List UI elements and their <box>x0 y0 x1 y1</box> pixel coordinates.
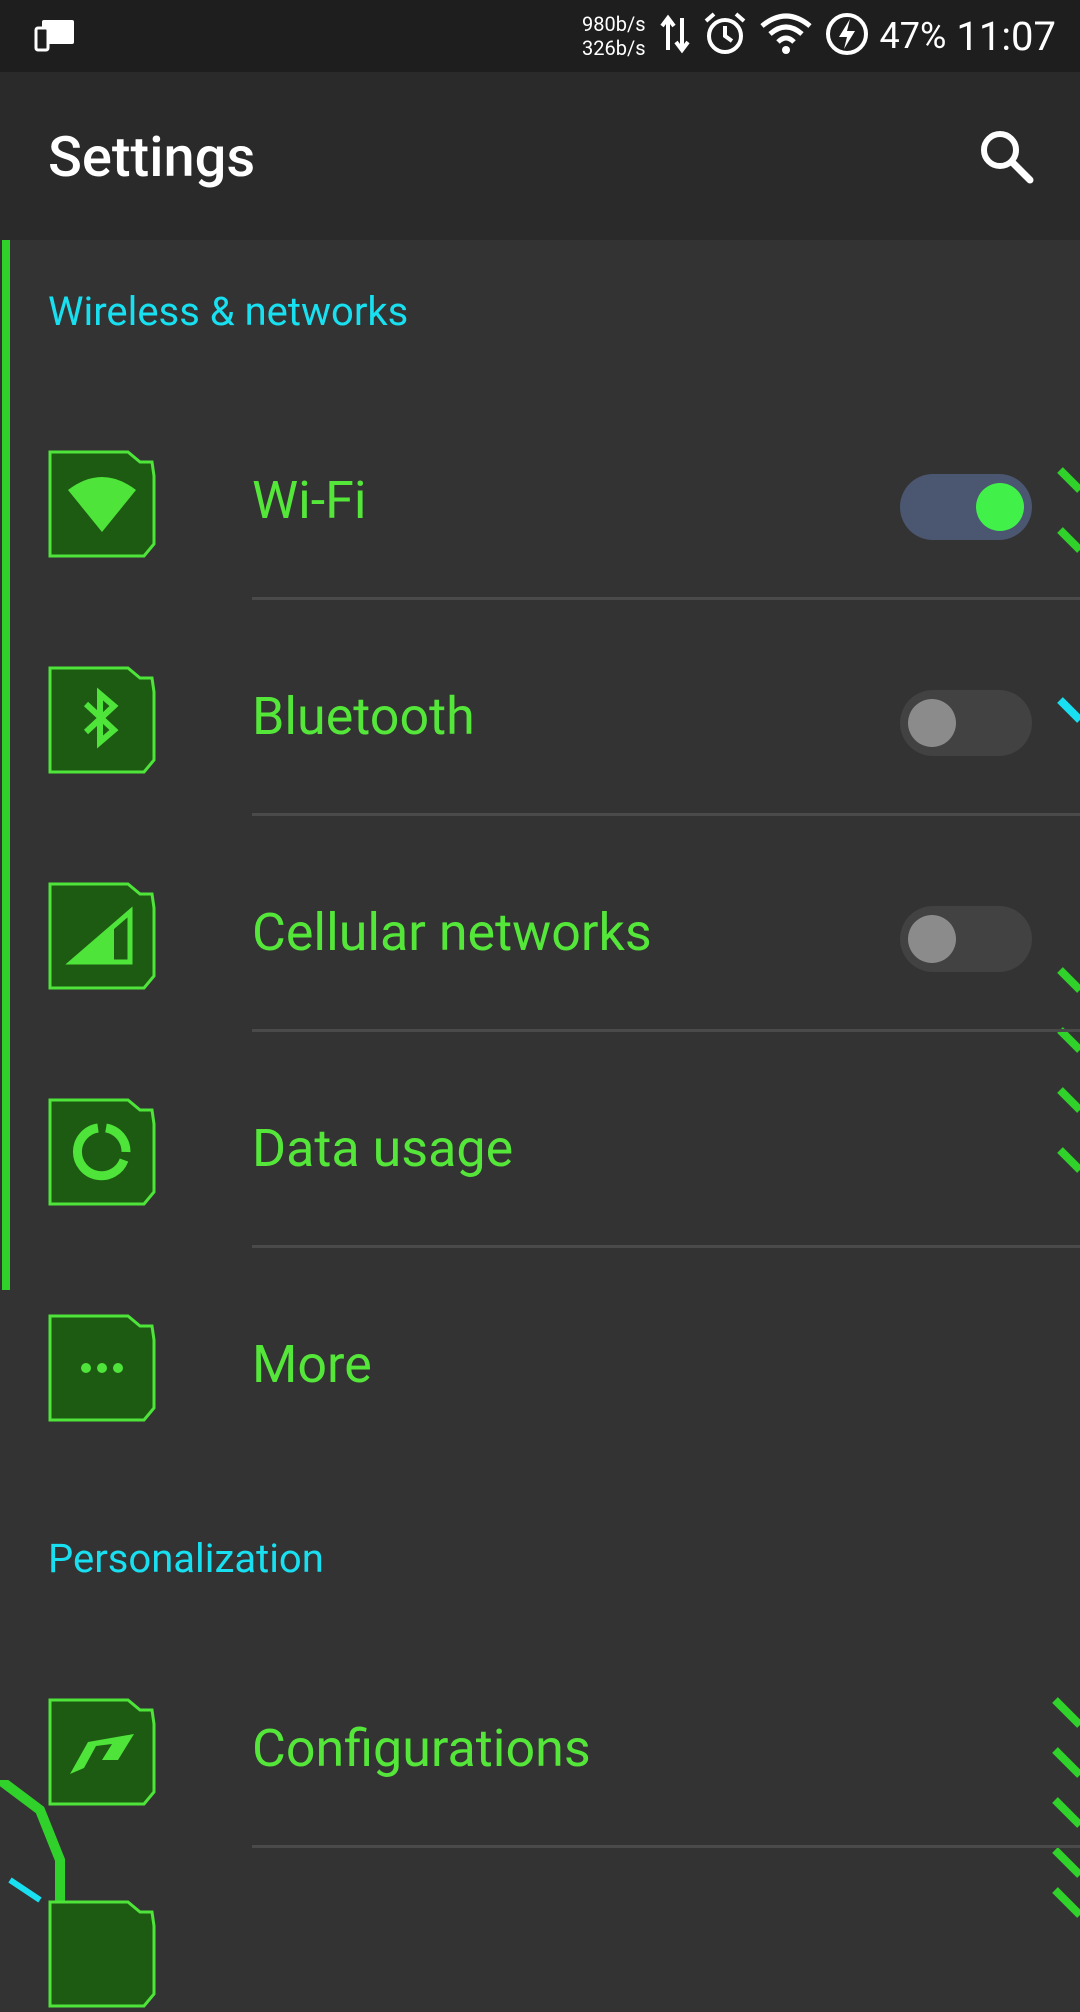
partial-icon <box>48 1900 156 2008</box>
cellular-signal-icon <box>48 882 156 990</box>
settings-item-data-usage[interactable]: Data usage <box>0 1032 1080 1248</box>
bluetooth-label: Bluetooth <box>252 686 475 747</box>
settings-item-partial[interactable] <box>0 1848 1080 2008</box>
toggle-knob <box>976 483 1024 531</box>
clock: 11:07 <box>956 12 1056 60</box>
page-title: Settings <box>48 124 256 190</box>
search-icon <box>981 131 1034 184</box>
settings-item-bluetooth[interactable]: Bluetooth <box>0 600 1080 816</box>
more-icon <box>48 1314 156 1422</box>
cellular-label: Cellular networks <box>252 902 652 963</box>
settings-item-wifi[interactable]: Wi-Fi <box>0 384 1080 600</box>
toggle-knob <box>908 699 956 747</box>
upload-speed: 980b/s <box>582 12 646 36</box>
screen-cast-icon <box>34 18 76 56</box>
search-button[interactable] <box>974 124 1038 188</box>
more-label: More <box>252 1334 372 1395</box>
wifi-toggle[interactable] <box>900 474 1032 540</box>
settings-item-cellular[interactable]: Cellular networks <box>0 816 1080 1032</box>
download-speed: 326b/s <box>582 36 646 60</box>
bluetooth-icon <box>48 666 156 774</box>
wifi-label: Wi-Fi <box>252 470 367 531</box>
battery-percent: 47% <box>879 15 947 57</box>
data-usage-icon <box>48 1098 156 1206</box>
data-usage-label: Data usage <box>252 1118 514 1179</box>
configurations-label: Configurations <box>252 1718 591 1779</box>
settings-item-more[interactable]: More <box>0 1248 1080 1464</box>
cellular-toggle[interactable] <box>900 906 1032 972</box>
settings-item-configurations[interactable]: Configurations <box>0 1632 1080 1848</box>
alarm-icon <box>702 11 748 61</box>
charging-icon <box>824 11 870 61</box>
data-transfer-icon <box>659 14 692 58</box>
wifi-icon <box>48 450 156 558</box>
app-bar: Settings <box>0 72 1080 240</box>
status-bar: 980b/s 326b/s 47% 11:07 <box>0 0 1080 72</box>
bluetooth-toggle[interactable] <box>900 690 1032 756</box>
network-speed: 980b/s 326b/s <box>582 12 646 60</box>
section-header-wireless: Wireless & networks <box>48 288 409 335</box>
toggle-knob <box>908 915 956 963</box>
section-header-personalization: Personalization <box>48 1535 324 1582</box>
configurations-icon <box>48 1698 156 1806</box>
wifi-signal-icon <box>758 12 814 60</box>
